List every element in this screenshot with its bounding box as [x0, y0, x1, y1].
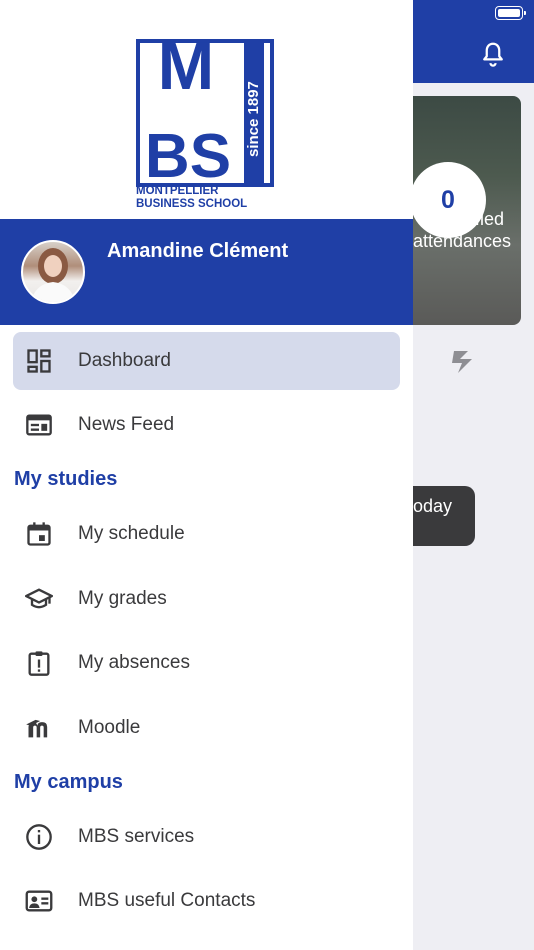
flash-icon[interactable]: [450, 347, 476, 375]
section-my-studies: My studies: [14, 468, 118, 490]
menu-item-news-feed[interactable]: News Feed: [13, 396, 400, 454]
mbs-logo: M BS since 1897 MONTPELLIER BUSINESS SCH…: [136, 39, 276, 209]
battery-icon: [495, 6, 526, 20]
menu-label-my-absences: My absences: [78, 652, 190, 673]
menu-label-mbs-contacts: MBS useful Contacts: [78, 890, 256, 911]
menu-item-my-absences[interactable]: My absences: [13, 634, 400, 692]
contacts-icon: [25, 890, 53, 912]
calendar-icon: [27, 522, 51, 546]
logo-since: since 1897: [245, 81, 262, 157]
wifi-icon: [65, 6, 83, 19]
attendance-counter: 0: [410, 162, 486, 238]
carrier-label: Carrier: [9, 4, 55, 21]
status-bar: Carrier 1:09 PM: [0, 0, 534, 26]
graduation-cap-icon: [25, 588, 53, 609]
navigation-drawer: M BS since 1897 MONTPELLIER BUSINESS SCH…: [0, 0, 413, 950]
menu-item-moodle[interactable]: Moodle: [13, 699, 400, 757]
bell-icon[interactable]: [478, 40, 508, 70]
user-name: Amandine Clément: [107, 240, 289, 262]
clipboard-alert-icon: [28, 651, 50, 676]
menu-label-mbs-services: MBS services: [78, 826, 195, 847]
logo-line1: MONTPELLIER: [136, 185, 219, 197]
menu-item-dashboard[interactable]: Dashboard: [13, 332, 400, 390]
logo-letters-bottom: BS: [145, 122, 231, 191]
menu-label-my-schedule: My schedule: [78, 523, 185, 544]
menu-item-my-grades[interactable]: My grades: [13, 570, 400, 628]
menu-item-mbs-services[interactable]: MBS services: [13, 808, 400, 866]
menu-item-mbs-contacts[interactable]: MBS useful Contacts: [13, 872, 400, 930]
menu-label-news-feed: News Feed: [78, 414, 175, 435]
clock: 1:09 PM: [237, 4, 294, 21]
avatar[interactable]: [21, 240, 85, 304]
menu-label-moodle: Moodle: [78, 717, 141, 738]
menu-item-my-schedule[interactable]: My schedule: [13, 505, 400, 563]
section-my-campus: My campus: [14, 771, 123, 793]
logo-letters-top: M: [158, 39, 215, 104]
info-icon: [26, 824, 52, 850]
menu-label-dashboard: Dashboard: [78, 350, 171, 371]
logo-line2: BUSINESS SCHOOL: [136, 198, 247, 209]
menu-label-my-grades: My grades: [78, 588, 167, 609]
dashboard-icon: [27, 349, 51, 373]
moodle-icon: [26, 719, 48, 738]
news-feed-icon: [26, 414, 52, 436]
